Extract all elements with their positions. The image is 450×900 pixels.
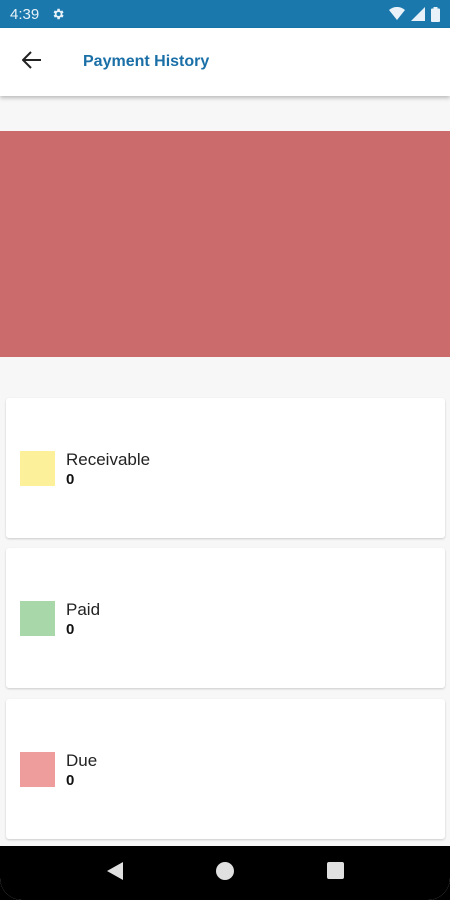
page-title: Payment History — [83, 53, 210, 70]
back-triangle-icon — [107, 861, 123, 885]
recents-square-icon — [326, 862, 344, 884]
legend-card-due: Due 0 — [6, 699, 445, 839]
arrow-back-icon — [21, 50, 42, 74]
paid-value: 0 — [66, 621, 75, 638]
due-label: Due — [66, 751, 98, 770]
home-circle-icon — [216, 861, 234, 885]
legend-card-paid: Paid 0 — [6, 548, 445, 688]
nav-back-button[interactable] — [95, 853, 135, 893]
due-value: 0 — [66, 772, 75, 789]
app-bar: Payment History — [0, 28, 450, 96]
wifi-icon — [389, 7, 405, 21]
settings-gear-icon — [51, 7, 65, 21]
system-nav-bar — [0, 846, 450, 900]
due-color-swatch — [20, 752, 55, 787]
receivable-label: Receivable — [66, 450, 151, 469]
paid-color-swatch — [20, 601, 55, 636]
paid-label: Paid — [66, 600, 101, 619]
status-time: 4:39 — [10, 5, 40, 23]
battery-icon — [431, 6, 440, 22]
signal-icon — [411, 7, 425, 21]
status-bar: 4:39 — [0, 0, 450, 28]
status-icons — [389, 6, 440, 22]
screen: 4:39 Payment History Receivable 0 Paid 0… — [0, 0, 450, 900]
back-button[interactable] — [0, 28, 64, 96]
receivable-color-swatch — [20, 451, 55, 486]
nav-home-button[interactable] — [205, 853, 245, 893]
receivable-value: 0 — [66, 471, 75, 488]
legend-card-receivable: Receivable 0 — [6, 398, 445, 538]
payment-chart — [0, 131, 450, 357]
nav-recents-button[interactable] — [315, 853, 355, 893]
